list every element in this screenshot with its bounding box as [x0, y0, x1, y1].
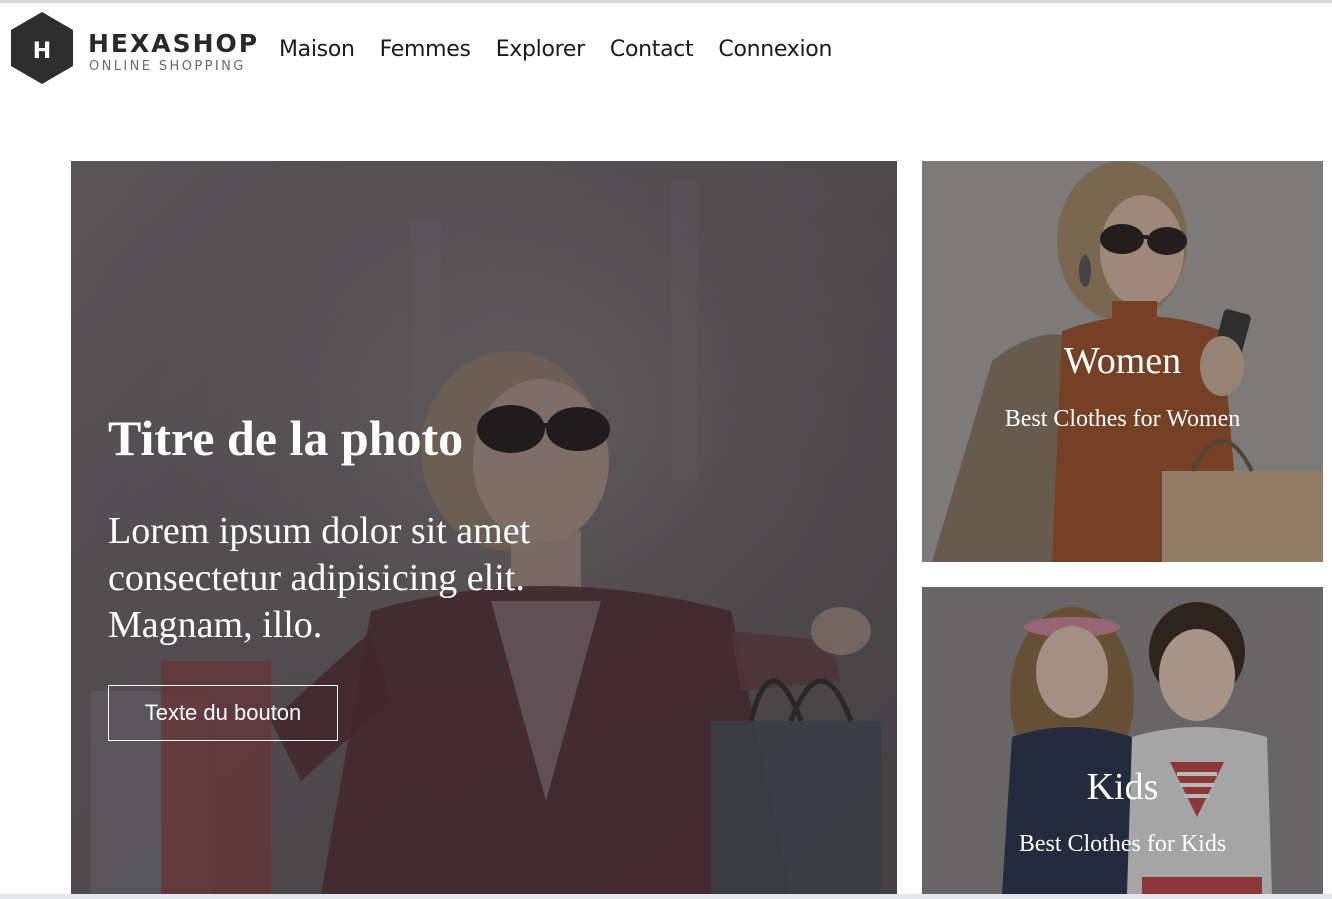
nav-item-maison[interactable]: Maison [279, 37, 355, 62]
hero-title: Titre de la photo [108, 410, 464, 466]
nav-item-femmes[interactable]: Femmes [380, 37, 471, 62]
nav-item-contact[interactable]: Contact [610, 37, 694, 62]
nav-item-explorer[interactable]: Explorer [496, 37, 586, 62]
category-card-kids[interactable]: Kids Best Clothes for Kids [922, 587, 1323, 894]
hero-banner: Titre de la photo Lorem ipsum dolor sit … [71, 161, 897, 894]
nav-item-connexion[interactable]: Connexion [718, 37, 832, 62]
women-card-title: Women [1063, 340, 1182, 382]
hero-cta-button[interactable]: Texte du bouton [108, 685, 338, 741]
women-card-subtitle: Best Clothes for Women [1004, 406, 1241, 432]
brand-tagline: ONLINE SHOPPING [89, 59, 246, 74]
main-nav: Maison Femmes Explorer Contact Connexion [279, 37, 857, 62]
kids-card-subtitle: Best Clothes for Kids [1018, 831, 1227, 857]
category-card-women[interactable]: Women Best Clothes for Women [922, 161, 1323, 562]
bottom-scroll-edge [0, 894, 1332, 899]
brand-name: HEXASHOP [88, 29, 260, 58]
hero-content: Titre de la photo Lorem ipsum dolor sit … [108, 411, 668, 741]
hero-text: Lorem ipsum dolor sit amet consectetur a… [108, 510, 531, 646]
site-header: H HEXASHOP ONLINE SHOPPING Maison Femmes… [0, 3, 1332, 103]
brand-logo[interactable]: H HEXASHOP ONLINE SHOPPING [10, 11, 260, 87]
logo-letter: H [33, 39, 51, 64]
kids-card-title: Kids [1086, 766, 1159, 808]
hexagon-logo-icon: H [11, 12, 73, 84]
